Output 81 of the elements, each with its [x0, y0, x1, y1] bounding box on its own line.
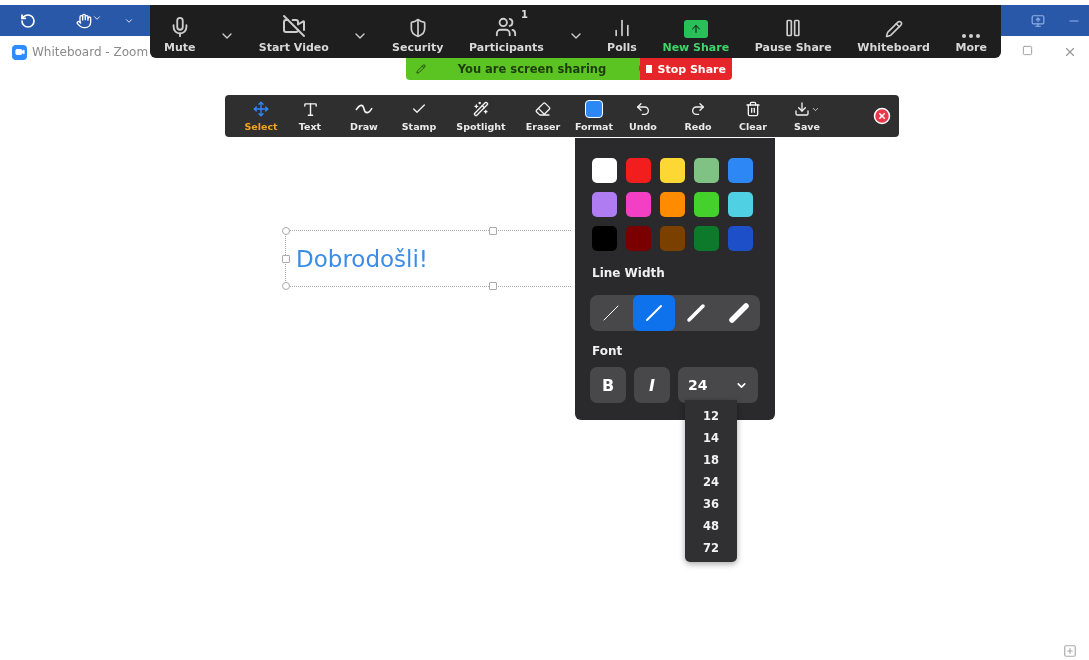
video-off-icon [281, 14, 306, 38]
font-size-option[interactable]: 36 [695, 493, 727, 515]
meeting-control-button[interactable]: Polls [601, 5, 643, 58]
font-size-option[interactable]: 48 [695, 515, 727, 537]
share-screen-icon [683, 20, 708, 38]
tool-button[interactable]: Eraser [515, 100, 571, 132]
add-frame-icon[interactable] [1063, 644, 1077, 658]
tool-button[interactable]: Stamp [391, 100, 447, 132]
meeting-control-button[interactable]: Start Video [252, 5, 335, 58]
tool-button[interactable]: Format [571, 100, 617, 132]
monitor-up-icon[interactable] [1031, 13, 1045, 28]
resize-handle[interactable] [282, 255, 290, 263]
line-width-label: Line Width [592, 266, 666, 280]
tool-button[interactable]: Clear [727, 100, 779, 132]
color-swatch[interactable] [626, 226, 651, 251]
font-label: Font [592, 344, 624, 358]
color-swatch[interactable] [660, 226, 685, 251]
diagonal-line-icon [685, 302, 708, 324]
window-title: Whiteboard - Zoom [32, 45, 149, 59]
tool-button[interactable]: Save [779, 100, 835, 132]
font-size-option[interactable]: 24 [695, 471, 727, 493]
color-swatch[interactable] [694, 226, 719, 251]
tool-button[interactable]: Redo [669, 100, 727, 132]
italic-button[interactable]: I [634, 367, 670, 403]
format-swatch-icon [585, 100, 603, 118]
diagonal-line-icon [727, 302, 750, 324]
meeting-control-button[interactable]: Whiteboard [851, 5, 936, 58]
eraser-icon [535, 100, 551, 118]
pencil-icon [884, 20, 903, 38]
resize-handle[interactable] [489, 227, 497, 235]
redo-icon [690, 100, 706, 118]
tool-button[interactable]: Select [239, 100, 283, 132]
download-icon [794, 100, 820, 118]
refresh-icon[interactable] [20, 12, 36, 29]
tool-button[interactable]: Draw [337, 100, 391, 132]
meeting-control-button[interactable]: New Share [656, 5, 736, 58]
color-swatch[interactable] [728, 226, 753, 251]
font-size-dropdown[interactable]: 24 [678, 367, 758, 403]
tool-button[interactable]: Undo [617, 100, 669, 132]
banner-text: You are screen sharing [457, 62, 607, 76]
tool-button[interactable]: Text [283, 100, 337, 132]
font-size-option[interactable]: 12 [695, 405, 727, 427]
color-swatch[interactable] [660, 158, 685, 183]
dots-icon [962, 34, 981, 38]
meeting-control-button[interactable]: 1 Participants [463, 5, 550, 58]
color-swatch[interactable] [660, 192, 685, 217]
close-icon[interactable] [1063, 45, 1077, 59]
canvas-text: Dobrodošli! [296, 245, 429, 272]
hand-icon[interactable] [76, 12, 102, 29]
close-button[interactable] [873, 107, 891, 125]
move-icon [253, 100, 269, 118]
meeting-control-button[interactable]: Pause Share [748, 5, 838, 58]
resize-handle[interactable] [282, 282, 290, 290]
resize-handle[interactable] [282, 227, 290, 235]
color-swatch[interactable] [694, 192, 719, 217]
color-swatch[interactable] [694, 158, 719, 183]
trash-icon [745, 100, 761, 118]
text-icon [301, 100, 319, 118]
color-swatch[interactable] [626, 192, 651, 217]
color-swatch[interactable] [728, 192, 753, 217]
undo-icon [635, 100, 651, 118]
font-size-option[interactable]: 72 [695, 537, 727, 559]
color-swatch[interactable] [592, 226, 617, 251]
color-swatch[interactable] [592, 158, 617, 183]
magic-wand-icon [473, 100, 489, 118]
people-icon [495, 16, 518, 38]
color-swatch[interactable] [626, 158, 651, 183]
meeting-control-button[interactable]: Mute [158, 5, 202, 58]
participant-count: 1 [520, 9, 528, 20]
color-swatch[interactable] [728, 158, 753, 183]
bold-button[interactable]: B [590, 367, 626, 403]
stop-share-button[interactable]: Stop Share [640, 58, 732, 80]
tool-button[interactable]: Spotlight [447, 100, 515, 132]
meeting-control-button[interactable]: Security [386, 5, 450, 58]
font-size-option[interactable]: 18 [695, 449, 727, 471]
meeting-control-button[interactable]: More [949, 5, 993, 58]
color-swatch[interactable] [592, 192, 617, 217]
resize-handle[interactable] [489, 282, 497, 290]
font-size-option[interactable]: 14 [695, 427, 727, 449]
line-width-option[interactable] [632, 295, 675, 331]
camera-logo-icon [12, 44, 27, 60]
